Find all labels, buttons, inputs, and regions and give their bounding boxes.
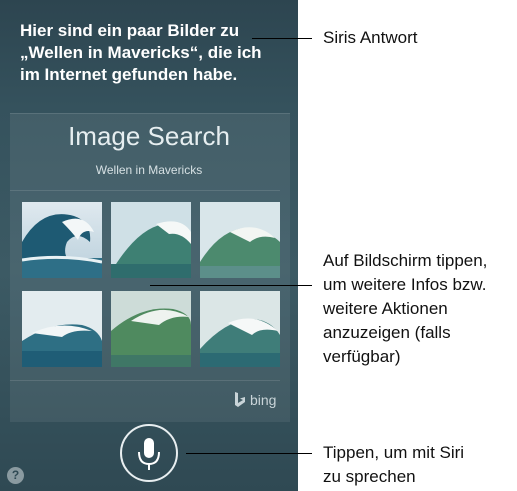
callout-tap-mic: Tippen, um mit Siri zu sprechen: [323, 441, 464, 489]
wave-image-1[interactable]: [22, 202, 102, 278]
wave-image-5[interactable]: [111, 291, 191, 367]
image-search-title: Image Search: [68, 121, 230, 151]
image-search-query: Wellen in Mavericks: [95, 163, 203, 177]
siri-response-line: „Wellen in Mavericks“, die ich: [20, 43, 262, 62]
callout-tap-mic-line: Tippen, um mit Siri: [323, 443, 465, 462]
callout-line-siri-answer: [252, 38, 312, 39]
callout-tap-screen-line: Auf Bildschirm tippen,: [323, 251, 488, 270]
bing-label: bing: [250, 392, 277, 408]
callout-tap-screen-line: anzuzeigen (falls: [323, 323, 451, 342]
siri-mic-button[interactable]: [120, 424, 178, 482]
callout-tap-mic-line: zu sprechen: [323, 467, 416, 486]
card-divider: [10, 190, 280, 191]
siri-response-line: Hier sind ein paar Bilder zu: [20, 21, 240, 40]
siri-response-line: im Internet gefunden habe.: [20, 65, 238, 84]
wave-image-4[interactable]: [22, 291, 102, 367]
callout-line-tap-screen: [150, 285, 312, 286]
callout-tap-screen-line: verfügbar): [323, 347, 401, 366]
wave-image-2[interactable]: [111, 202, 191, 278]
microphone-icon: [138, 438, 160, 470]
callout-siri-answer: Siris Antwort: [323, 26, 417, 50]
card-divider: [10, 380, 280, 381]
callout-tap-screen-line: weitere Aktionen: [323, 299, 448, 318]
callout-tap-screen: Auf Bildschirm tippen, um weitere Infos …: [323, 249, 487, 369]
help-button[interactable]: ?: [7, 467, 24, 484]
wave-image-6[interactable]: [200, 291, 280, 367]
callout-siri-answer-text: Siris Antwort: [323, 28, 418, 47]
bing-attribution[interactable]: bing: [234, 392, 276, 408]
callout-tap-screen-line: um weitere Infos bzw.: [323, 275, 487, 294]
wave-image-3[interactable]: [200, 202, 280, 278]
siri-response-text: Hier sind ein paar Bilder zu „Wellen in …: [20, 20, 282, 86]
siri-screen[interactable]: Hier sind ein paar Bilder zu „Wellen in …: [0, 0, 298, 491]
bing-icon: [235, 392, 245, 407]
callout-line-tap-mic: [186, 453, 312, 454]
